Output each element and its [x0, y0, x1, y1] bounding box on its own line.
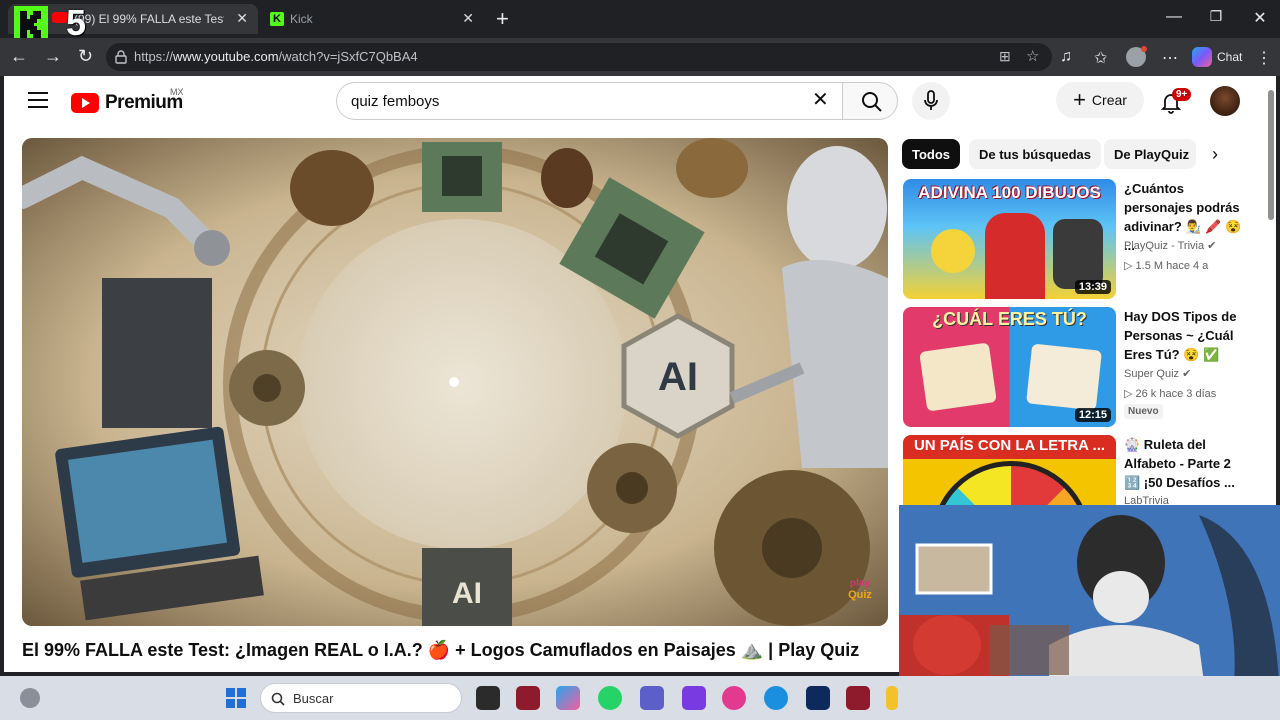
thumbnail-text: ¿CUÁL ERES TÚ?: [932, 309, 1087, 329]
media-icon[interactable]: ♫: [1060, 48, 1072, 66]
ben10-figure: [1053, 219, 1103, 289]
incredible-figure: [985, 213, 1045, 299]
file-explorer-icon[interactable]: [886, 686, 898, 710]
tab-title: Kick: [290, 12, 313, 26]
recommendation-channel[interactable]: Super Quiz ✔: [1124, 367, 1191, 380]
tab-title: (99) El 99% FALLA este Test: ¿Imagen REA…: [74, 12, 224, 26]
chevron-right-icon[interactable]: ›: [1212, 144, 1218, 165]
back-icon[interactable]: ←: [10, 46, 28, 67]
chat-label: Chat: [1217, 50, 1243, 64]
video-duration: 13:39: [1074, 280, 1111, 294]
thumbnail-ai-badge-bottom: AI: [452, 577, 482, 610]
plus-icon: +: [1073, 87, 1086, 112]
stream-overlay-number: 5: [66, 2, 87, 43]
browser-tab-strip: (99) El 99% FALLA este Test: ¿Imagen REA…: [0, 0, 1280, 38]
disney-plus-app-icon[interactable]: [806, 686, 830, 710]
windows-start-icon[interactable]: [226, 688, 246, 708]
voice-search-button[interactable]: [912, 82, 950, 120]
recommendation-item[interactable]: ¿CUÁL ERES TÚ? 12:15 Hay DOS Tipos de Pe…: [903, 307, 1243, 427]
guide-menu-icon[interactable]: [28, 92, 48, 108]
thumbnail-text: ADIVINA 100 DIBUJOS: [918, 183, 1101, 202]
copilot-chat-button[interactable]: Chat: [1192, 46, 1242, 68]
whatsapp-app-icon[interactable]: [598, 686, 622, 710]
reload-icon[interactable]: ↻: [78, 46, 93, 67]
taskbar-search-input[interactable]: Buscar: [260, 683, 462, 713]
site-info-icon[interactable]: [114, 50, 128, 64]
thumbnail-ai-badge-top: AI: [658, 355, 698, 399]
riot-app-icon[interactable]: [846, 686, 870, 710]
url-domain: www.youtube.com: [173, 49, 279, 64]
search-input[interactable]: quiz femboys: [336, 82, 842, 120]
taskbar-search-label: Buscar: [293, 691, 334, 706]
media-app-icon[interactable]: [722, 686, 746, 710]
bread-image: [1026, 343, 1102, 411]
recommendation-meta: ▷ 26 k hace 3 días: [1124, 388, 1217, 400]
country-code: MX: [170, 87, 184, 97]
close-window-icon[interactable]: ✕: [1250, 8, 1270, 28]
close-tab-icon[interactable]: ✕: [236, 10, 248, 27]
kick-logo-icon: [14, 6, 48, 40]
video-player[interactable]: AI AI play Quiz: [22, 138, 888, 626]
tab-kick[interactable]: K Kick ✕: [262, 4, 484, 34]
kick-favicon-icon: K: [270, 12, 284, 26]
chip-de-playquiz[interactable]: De PlayQuiz: [1104, 139, 1196, 169]
favorite-star-icon[interactable]: ☆: [1026, 47, 1039, 65]
video-duration: 12:15: [1074, 408, 1111, 422]
thumbnail-watermark-line1: play: [850, 578, 870, 589]
new-tab-button[interactable]: +: [496, 6, 509, 32]
thumbnail-watermark-line2: Quiz: [848, 589, 872, 601]
recommendation-channel[interactable]: PlayQuiz - Trivia ✔: [1124, 239, 1216, 252]
app-available-icon[interactable]: ⊞: [999, 48, 1011, 65]
more-options-icon[interactable]: ⋯: [1162, 48, 1178, 68]
recommendation-title[interactable]: 🎡 Ruleta del Alfabeto - Parte 2 🔢 ¡50 De…: [1124, 435, 1246, 492]
create-button[interactable]: + Crear: [1056, 82, 1144, 118]
chip-todos[interactable]: Todos: [902, 139, 961, 169]
youtube-play-icon: [71, 93, 99, 113]
account-avatar[interactable]: [1210, 86, 1240, 116]
address-bar[interactable]: https://www.youtube.com/watch?v=jSxfC7Qb…: [106, 43, 1052, 71]
notification-count-badge: 9+: [1172, 88, 1192, 101]
teams-app-icon[interactable]: [640, 686, 664, 710]
thumbnail-text: UN PAÍS CON LA LETRA ...: [913, 437, 1106, 454]
recommendation-thumbnail[interactable]: ADIVINA 100 DIBUJOS 13:39: [903, 179, 1116, 299]
create-label: Crear: [1091, 92, 1127, 108]
bread-image: [919, 342, 997, 412]
search-icon: [862, 92, 882, 112]
windows-taskbar: Buscar: [0, 676, 1280, 720]
search-button[interactable]: [842, 82, 898, 120]
recommendation-item[interactable]: ADIVINA 100 DIBUJOS 13:39 ¿Cuántos perso…: [903, 179, 1243, 299]
recommendation-meta: ▷ 1.5 M hace 4 a: [1124, 260, 1209, 272]
copilot-icon: [1192, 47, 1212, 67]
favorites-icon[interactable]: ✩: [1094, 48, 1107, 68]
edge-app-icon[interactable]: [764, 686, 788, 710]
close-tab-icon[interactable]: ✕: [462, 10, 474, 27]
copilot-app-icon[interactable]: [556, 686, 580, 710]
valorant-app-icon[interactable]: [516, 686, 540, 710]
search-icon: [271, 692, 285, 706]
profile-alert-dot: [1141, 46, 1147, 52]
search-value: quiz femboys: [351, 93, 440, 110]
video-title: El 99% FALLA este Test: ¿Imagen REAL o I…: [22, 640, 860, 660]
weather-widget-icon[interactable]: [20, 688, 40, 708]
restore-icon[interactable]: ❐: [1206, 8, 1226, 25]
url-scheme: https://: [134, 49, 174, 64]
forward-icon[interactable]: →: [44, 46, 62, 67]
sidebar-more-icon[interactable]: ⋮: [1256, 48, 1272, 68]
recommendation-title[interactable]: Hay DOS Tipos de Personas ~ ¿Cuál Eres T…: [1124, 307, 1246, 364]
pikachu-figure: [931, 229, 975, 273]
recommendation-thumbnail[interactable]: ¿CUÁL ERES TÚ? 12:15: [903, 307, 1116, 427]
url-path: /watch?v=jSxfC7QbBA4: [278, 49, 418, 64]
video-thumbnail-image: AI AI play Quiz: [22, 138, 888, 626]
page-scrollbar[interactable]: [1268, 90, 1274, 220]
clear-search-icon[interactable]: ✕: [812, 90, 829, 110]
task-view-icon[interactable]: [476, 686, 500, 710]
microphone-icon: [924, 90, 938, 110]
minimize-icon[interactable]: —: [1164, 8, 1184, 26]
youtube-premium-logo[interactable]: Premium: [71, 92, 183, 114]
clipchamp-app-icon[interactable]: [682, 686, 706, 710]
url-text: https://www.youtube.com/watch?v=jSxfC7Qb…: [134, 49, 418, 64]
browser-toolbar: ← → ↻ https://www.youtube.com/watch?v=jS…: [0, 38, 1280, 76]
chip-de-tus-busquedas[interactable]: De tus búsquedas: [969, 139, 1101, 169]
new-badge: Nuevo: [1124, 404, 1163, 419]
